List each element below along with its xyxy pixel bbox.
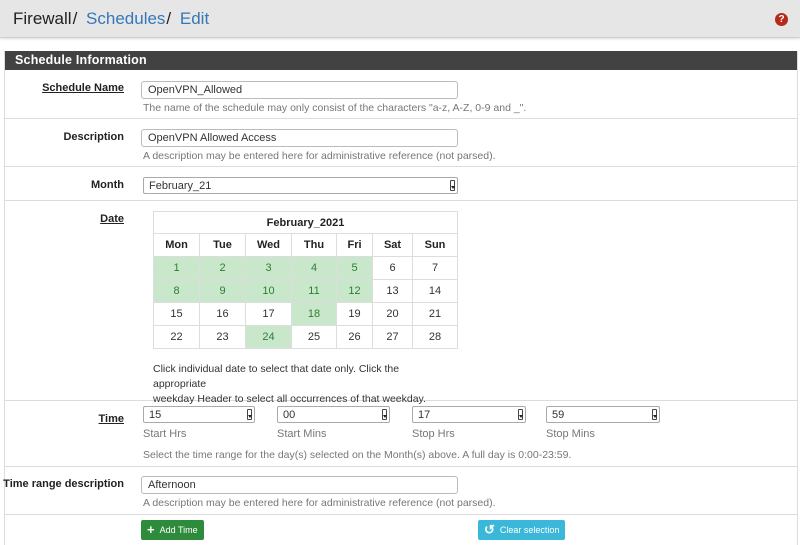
calendar-day[interactable]: 18 (291, 302, 337, 326)
weekday-header-mon[interactable]: Mon (153, 233, 200, 257)
breadcrumb-schedules-link[interactable]: Schedules (86, 9, 165, 28)
schedule-name-input[interactable] (141, 81, 458, 99)
start-hrs-select[interactable]: 15 (143, 406, 255, 423)
stop-hrs-value: 17 (418, 409, 431, 421)
month-select-value: February_21 (149, 180, 212, 192)
chevron-down-icon (450, 180, 455, 191)
schedule-panel: Schedule Information Schedule Name The n… (3, 51, 798, 545)
start-hrs-label: Start Hrs (143, 428, 187, 440)
clear-selection-label: Clear selection (499, 525, 560, 535)
stop-mins-value: 59 (552, 409, 565, 421)
calendar-day[interactable]: 14 (412, 279, 458, 303)
time-range-description-help: A description may be entered here for ad… (143, 497, 496, 509)
stop-mins-select[interactable]: 59 (546, 406, 660, 423)
schedule-name-label: Schedule Name (42, 82, 124, 94)
weekday-header-sun[interactable]: Sun (412, 233, 458, 257)
breadcrumb: Firewall/ Schedules/ Edit (13, 9, 209, 29)
chevron-down-icon (382, 409, 387, 420)
month-row: Month February_21 (5, 167, 797, 201)
start-mins-select[interactable]: 00 (277, 406, 390, 423)
calendar-day[interactable]: 7 (412, 256, 458, 280)
breadcrumb-separator: / (166, 9, 172, 28)
breadcrumb-firewall: Firewall (13, 9, 72, 28)
calendar-day[interactable]: 3 (245, 256, 292, 280)
calendar-day[interactable]: 4 (291, 256, 337, 280)
weekday-header-tue[interactable]: Tue (199, 233, 246, 257)
calendar-day[interactable]: 13 (372, 279, 413, 303)
description-input[interactable] (141, 129, 458, 147)
calendar-day[interactable]: 27 (372, 325, 413, 349)
description-label: Description (63, 131, 124, 143)
time-help: Select the time range for the day(s) sel… (143, 449, 572, 461)
calendar-day[interactable]: 11 (291, 279, 337, 303)
stop-hrs-select[interactable]: 17 (412, 406, 526, 423)
time-range-description-input[interactable] (141, 476, 458, 494)
start-hrs-value: 15 (149, 409, 162, 421)
chevron-down-icon (247, 409, 252, 420)
calendar-day[interactable]: 25 (291, 325, 337, 349)
schedule-name-row: Schedule Name The name of the schedule m… (5, 70, 797, 119)
clear-selection-button[interactable]: ↺ Clear selection (478, 520, 566, 540)
calendar-day[interactable]: 24 (245, 325, 292, 349)
calendar-day[interactable]: 2 (199, 256, 246, 280)
calendar-day[interactable]: 9 (199, 279, 246, 303)
calendar-day[interactable]: 23 (199, 325, 246, 349)
time-row: Time 15 Start Hrs 00 Start Mins 17 Stop … (5, 401, 797, 467)
calendar-day[interactable]: 15 (153, 302, 200, 326)
calendar-day[interactable]: 5 (336, 256, 373, 280)
date-row: Date February_2021 Mon Tue Wed Thu Fri S… (5, 201, 797, 405)
month-select[interactable]: February_21 (143, 177, 458, 194)
top-bar: Firewall/ Schedules/ Edit ? (0, 0, 800, 38)
undo-icon: ↺ (484, 522, 495, 537)
start-mins-value: 00 (283, 409, 296, 421)
description-row: Description A description may be entered… (5, 119, 797, 167)
calendar-day[interactable]: 16 (199, 302, 246, 326)
description-help: A description may be entered here for ad… (143, 150, 496, 162)
question-circle-icon[interactable]: ? (775, 13, 788, 26)
add-time-button[interactable]: + Add Time (141, 520, 204, 540)
calendar-day[interactable]: 19 (336, 302, 373, 326)
calendar-day[interactable]: 6 (372, 256, 413, 280)
chevron-down-icon (518, 409, 523, 420)
calendar-day[interactable]: 28 (412, 325, 458, 349)
calendar-day[interactable]: 21 (412, 302, 458, 326)
stop-hrs-label: Stop Hrs (412, 428, 455, 440)
add-time-label: Add Time (159, 525, 198, 535)
start-mins-label: Start Mins (277, 428, 327, 440)
calendar-day[interactable]: 12 (336, 279, 373, 303)
calendar-help-line: Click individual date to select that dat… (153, 363, 400, 390)
calendar: February_2021 Mon Tue Wed Thu Fri Sat Su… (153, 211, 458, 349)
stop-mins-label: Stop Mins (546, 428, 595, 440)
schedule-name-help: The name of the schedule may only consis… (143, 102, 527, 114)
calendar-day[interactable]: 26 (336, 325, 373, 349)
time-range-description-row: Time range description A description may… (3, 467, 797, 515)
plus-icon: + (147, 522, 155, 537)
calendar-day[interactable]: 10 (245, 279, 292, 303)
calendar-title: February_2021 (153, 211, 458, 234)
calendar-day[interactable]: 20 (372, 302, 413, 326)
panel-title: Schedule Information (5, 51, 797, 70)
time-range-description-label: Time range description (3, 478, 124, 490)
breadcrumb-separator: / (72, 9, 78, 28)
breadcrumb-edit-link[interactable]: Edit (180, 9, 209, 28)
weekday-header-wed[interactable]: Wed (245, 233, 292, 257)
calendar-day[interactable]: 17 (245, 302, 292, 326)
calendar-day[interactable]: 22 (153, 325, 200, 349)
date-label: Date (100, 213, 124, 225)
calendar-day[interactable]: 1 (153, 256, 200, 280)
calendar-day[interactable]: 8 (153, 279, 200, 303)
chevron-down-icon (652, 409, 657, 420)
weekday-header-fri[interactable]: Fri (336, 233, 373, 257)
month-label: Month (91, 179, 124, 191)
weekday-header-sat[interactable]: Sat (372, 233, 413, 257)
time-label: Time (98, 413, 124, 425)
weekday-header-thu[interactable]: Thu (291, 233, 337, 257)
